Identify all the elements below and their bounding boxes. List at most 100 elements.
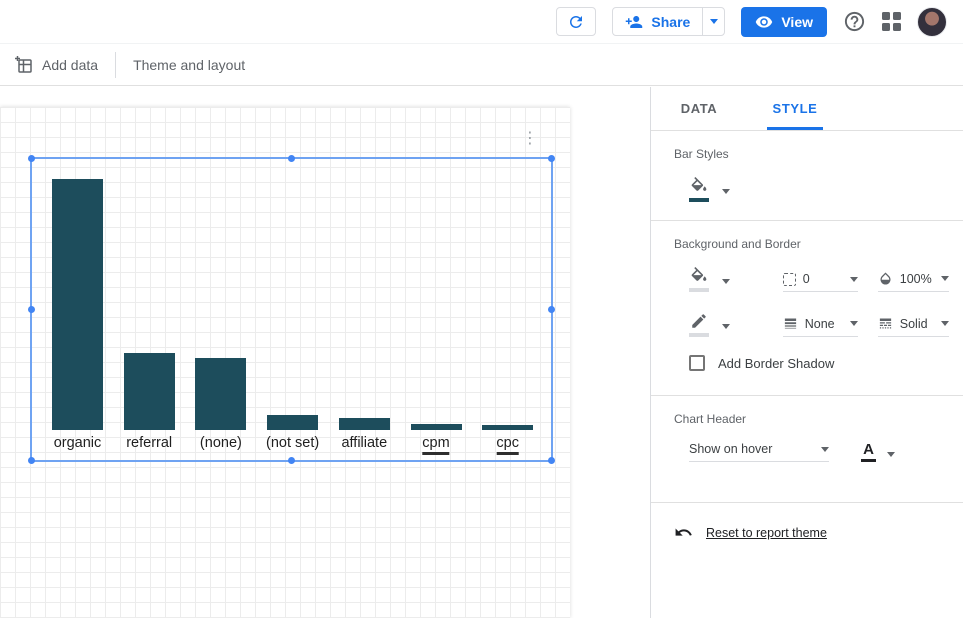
chart-header-visibility-select[interactable]: Show on hover	[689, 442, 829, 462]
bar-cpm	[411, 424, 462, 430]
corner-radius-value: 0	[803, 272, 810, 286]
border-style-select[interactable]: Solid	[878, 316, 949, 337]
chart-header-visibility-value: Show on hover	[689, 442, 772, 456]
bar-(not set)	[267, 415, 318, 430]
topbar: Share View	[0, 0, 963, 43]
bar-referral	[124, 353, 175, 430]
section-background-border: Background and Border 0 100%	[651, 221, 963, 396]
selection-handle-s[interactable]	[288, 457, 295, 464]
header-text-color-picker[interactable]: A	[861, 442, 895, 462]
chevron-down-icon	[722, 189, 730, 194]
line-style-icon	[878, 316, 893, 331]
bar-label: affiliate	[341, 435, 387, 451]
help-button[interactable]	[843, 10, 866, 33]
add-data-icon	[14, 55, 33, 74]
background-fill-color-picker[interactable]	[689, 267, 783, 292]
section-bar-styles: Bar Styles	[651, 131, 963, 221]
eye-icon	[755, 13, 773, 31]
pen-icon[interactable]	[689, 312, 709, 337]
bar-label: referral	[126, 435, 172, 451]
border-shadow-label: Add Border Shadow	[718, 356, 834, 371]
view-button[interactable]: View	[741, 7, 827, 37]
corner-radius-icon	[783, 273, 796, 286]
panel-tabs: DATA STYLE	[651, 87, 963, 131]
chart-overflow-menu-button[interactable]: ⋮	[522, 131, 538, 147]
chevron-down-icon	[710, 19, 718, 24]
reset-row: Reset to report theme	[651, 503, 963, 542]
bar-label: (not set)	[266, 435, 319, 451]
tab-style-label: STYLE	[773, 101, 818, 116]
paint-bucket-icon[interactable]	[689, 177, 709, 202]
chevron-down-icon	[722, 279, 730, 284]
selection-handle-n[interactable]	[288, 155, 295, 162]
edit-toolbar: Add data Theme and layout	[0, 43, 963, 86]
corner-radius-select[interactable]: 0	[783, 272, 858, 292]
paint-bucket-icon[interactable]	[689, 267, 709, 292]
theme-layout-button[interactable]: Theme and layout	[133, 57, 245, 73]
selection-handle-nw[interactable]	[28, 155, 35, 162]
bar-slot: (none)	[195, 179, 246, 430]
bar-label: cpm	[422, 435, 449, 455]
refresh-button[interactable]	[556, 7, 596, 36]
chevron-down-icon	[722, 324, 730, 329]
bar-styles-title: Bar Styles	[674, 147, 949, 161]
bar-slot: referral	[124, 179, 175, 430]
bar-slot: cpc	[482, 179, 533, 430]
bar-slot: organic	[52, 179, 103, 430]
help-icon	[843, 10, 866, 33]
bar-fill-color-picker[interactable]	[689, 177, 949, 202]
background-color-swatch	[689, 288, 709, 292]
bar-color-swatch	[689, 198, 709, 202]
background-border-title: Background and Border	[674, 237, 949, 251]
reset-to-report-theme-link[interactable]: Reset to report theme	[706, 526, 827, 540]
border-color-swatch	[689, 333, 709, 337]
selection-handle-e[interactable]	[548, 306, 555, 313]
text-color-icon: A	[861, 442, 876, 462]
main-area: ⋮ organic referral (none) (not set) affiliat…	[0, 87, 963, 618]
tab-data-label: DATA	[681, 101, 718, 116]
chevron-down-icon	[887, 452, 895, 457]
undo-icon	[674, 523, 693, 542]
bar-slot: (not set)	[267, 179, 318, 430]
chevron-down-icon	[941, 276, 949, 281]
tab-data[interactable]: DATA	[651, 87, 747, 130]
share-button-main[interactable]: Share	[613, 8, 702, 35]
view-label: View	[781, 14, 813, 30]
selection-handle-se[interactable]	[548, 457, 555, 464]
properties-panel: DATA STYLE Bar Styles Background and Bor…	[650, 87, 963, 618]
chevron-down-icon	[941, 321, 949, 326]
apps-grid-icon[interactable]	[882, 12, 901, 31]
share-button[interactable]: Share	[612, 7, 725, 36]
border-color-picker[interactable]	[689, 312, 783, 337]
add-data-label: Add data	[42, 57, 98, 73]
avatar[interactable]	[917, 7, 947, 37]
bar-organic	[52, 179, 103, 430]
border-weight-select[interactable]: None	[783, 316, 858, 337]
chevron-down-icon	[821, 447, 829, 452]
border-weight-value: None	[805, 317, 835, 331]
border-style-value: Solid	[900, 317, 928, 331]
person-add-icon	[625, 13, 643, 31]
chart-header-title: Chart Header	[674, 412, 949, 426]
opacity-value: 100%	[900, 272, 932, 286]
bar-affiliate	[339, 418, 390, 430]
selection-handle-w[interactable]	[28, 306, 35, 313]
share-dropdown[interactable]	[702, 8, 724, 35]
tab-style[interactable]: STYLE	[747, 87, 843, 130]
report-canvas[interactable]: ⋮ organic referral (none) (not set) affiliat…	[0, 107, 570, 618]
bar-slot: cpm	[411, 179, 462, 430]
bar-label: cpc	[496, 435, 519, 455]
bar-label: organic	[54, 435, 102, 451]
opacity-select[interactable]: 100%	[878, 271, 949, 292]
selection-handle-ne[interactable]	[548, 155, 555, 162]
bar-slot: affiliate	[339, 179, 390, 430]
section-chart-header: Chart Header Show on hover A	[651, 396, 963, 503]
bar-label: (none)	[200, 435, 242, 451]
theme-layout-label: Theme and layout	[133, 57, 245, 73]
add-data-button[interactable]: Add data	[14, 55, 98, 74]
bar-chart-plot: organic referral (none) (not set) affiliate c…	[52, 179, 542, 430]
toolbar-divider	[115, 52, 116, 78]
refresh-icon	[567, 13, 585, 31]
border-shadow-checkbox[interactable]	[689, 355, 705, 371]
selection-handle-sw[interactable]	[28, 457, 35, 464]
